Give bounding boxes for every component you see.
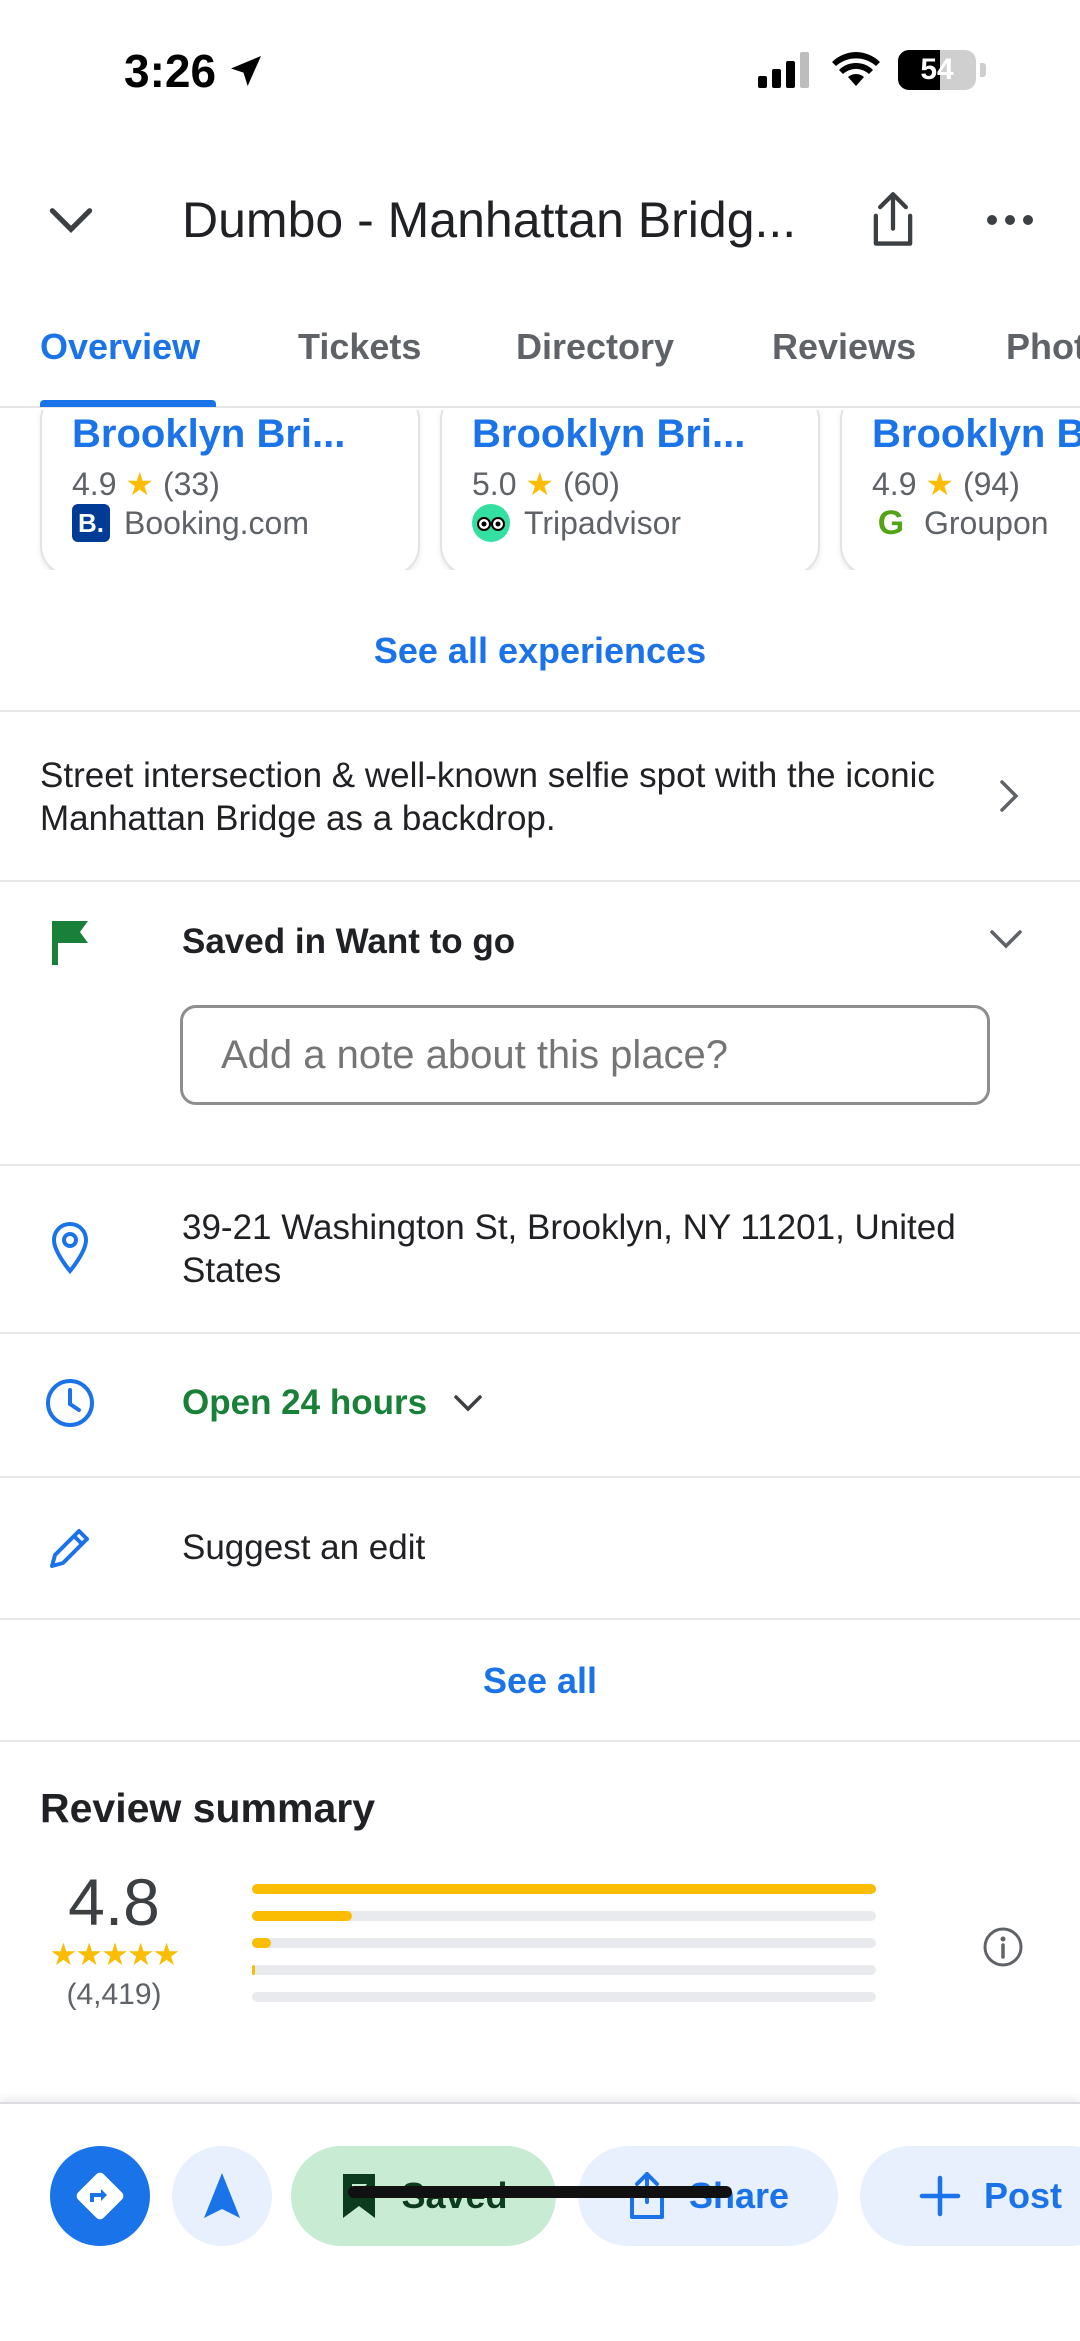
rating-bar <box>252 1938 876 1948</box>
share-icon <box>873 192 913 246</box>
share-header-button[interactable] <box>848 175 938 265</box>
tab-photos[interactable]: Phot <box>1006 326 1080 368</box>
tab-bar: Overview Tickets Directory Reviews Phot <box>0 318 1080 408</box>
directions-icon <box>76 2172 124 2220</box>
status-bar: 3:26 54 <box>0 0 1080 140</box>
collapse-button[interactable] <box>26 175 116 265</box>
home-indicator[interactable] <box>348 2186 732 2198</box>
see-all-link[interactable]: See all <box>0 1660 1080 1702</box>
star-icon: ★ <box>925 466 955 502</box>
divider <box>0 1740 1080 1742</box>
experience-source: B. Booking.com <box>72 504 309 542</box>
rating-bar-fill <box>252 1884 876 1894</box>
rating-bar-fill <box>252 1965 256 1975</box>
tripadvisor-logo-icon <box>472 504 510 542</box>
star-icon: ★ <box>525 466 555 502</box>
opening-hours-text: Open 24 hours <box>182 1383 428 1422</box>
directions-button[interactable] <box>50 2146 150 2246</box>
rating-bar-fill <box>252 1911 352 1921</box>
experience-card[interactable]: Brooklyn Bri... 4.9 ★ (33) B. Booking.co… <box>40 410 420 570</box>
cellular-signal-icon <box>758 52 809 88</box>
plus-icon <box>919 2175 961 2217</box>
info-icon[interactable] <box>982 1926 1024 1973</box>
rating-distribution <box>252 1884 876 2019</box>
opening-hours-toggle[interactable]: Open 24 hours <box>182 1383 485 1423</box>
divider <box>0 1476 1080 1478</box>
active-tab-indicator <box>40 400 216 407</box>
place-header: Dumbo - Manhattan Bridg... <box>0 175 1080 265</box>
experience-title: Brooklyn B <box>872 412 1080 456</box>
rating-stars: ★★★★★ <box>49 1937 181 1972</box>
navigation-arrow-icon <box>204 2173 240 2218</box>
action-bar: Saved Share Post <box>0 2102 1080 2341</box>
suggest-edit-link[interactable]: Suggest an edit <box>182 1528 425 1568</box>
rating-bar <box>252 1965 876 1975</box>
saved-list-label[interactable]: Saved in Want to go <box>182 922 515 962</box>
groupon-logo-icon: G <box>877 503 905 542</box>
rating-bar-fill <box>252 1938 271 1948</box>
location-pin-icon <box>40 1218 100 1278</box>
average-rating: 4.8 <box>68 1865 160 1939</box>
wifi-icon <box>832 52 880 86</box>
tab-reviews[interactable]: Reviews <box>772 326 916 368</box>
battery-percent: 54 <box>920 53 954 86</box>
experience-rating: 4.9 ★ (33) <box>72 466 220 502</box>
clock-icon <box>40 1373 100 1433</box>
location-arrow-icon <box>231 56 262 86</box>
see-all-experiences-link[interactable]: See all experiences <box>0 630 1080 672</box>
divider <box>0 1618 1080 1620</box>
experience-source: G Groupon <box>872 504 1049 542</box>
status-indicators: 54 <box>758 50 986 90</box>
status-time: 3:26 <box>124 44 266 98</box>
place-address[interactable]: 39-21 Washington St, Brooklyn, NY 11201,… <box>182 1206 1042 1292</box>
battery-icon: 54 <box>898 50 976 90</box>
chevron-down-icon[interactable] <box>986 924 1026 959</box>
tab-directory[interactable]: Directory <box>516 326 674 368</box>
experiences-carousel[interactable]: Brooklyn Bri... 4.9 ★ (33) B. Booking.co… <box>0 410 1080 570</box>
pencil-icon <box>40 1518 100 1578</box>
experience-rating: 4.9 ★ (94) <box>872 466 1020 502</box>
start-navigation-button[interactable] <box>172 2146 272 2246</box>
rating-bar <box>252 1911 876 1921</box>
battery-tip <box>980 63 986 77</box>
rating-bar <box>252 1884 876 1894</box>
place-note-input[interactable] <box>180 1005 990 1105</box>
experience-source: Tripadvisor <box>472 504 681 542</box>
booking-logo-icon: B. <box>72 504 110 542</box>
rating-bar <box>252 1992 876 2002</box>
more-options-button[interactable] <box>965 175 1055 265</box>
experience-title: Brooklyn Bri... <box>472 412 746 456</box>
place-description[interactable]: Street intersection & well-known selfie … <box>40 754 940 840</box>
chevron-right-icon[interactable] <box>994 776 1024 821</box>
experience-rating: 5.0 ★ (60) <box>472 466 620 502</box>
tab-tickets[interactable]: Tickets <box>298 326 421 368</box>
chevron-down-icon <box>454 1395 482 1412</box>
star-icon: ★ <box>125 466 155 502</box>
experience-card[interactable]: Brooklyn Bri... 5.0 ★ (60) Tripadvisor <box>440 410 820 570</box>
experience-title: Brooklyn Bri... <box>72 412 346 456</box>
page-title: Dumbo - Manhattan Bridg... <box>182 192 797 248</box>
review-summary-title: Review summary <box>40 1785 376 1831</box>
post-button[interactable]: Post <box>860 2146 1080 2246</box>
chevron-down-icon <box>49 208 93 233</box>
experience-card[interactable]: Brooklyn B 4.9 ★ (94) G Groupon <box>840 410 1080 570</box>
tab-overview[interactable]: Overview <box>40 326 200 368</box>
flag-icon <box>40 912 100 972</box>
divider <box>0 710 1080 712</box>
divider <box>0 1164 1080 1166</box>
divider <box>0 1332 1080 1334</box>
divider <box>0 880 1080 882</box>
more-horizontal-icon <box>987 215 1033 225</box>
review-count[interactable]: (4,419) <box>40 1978 188 2012</box>
